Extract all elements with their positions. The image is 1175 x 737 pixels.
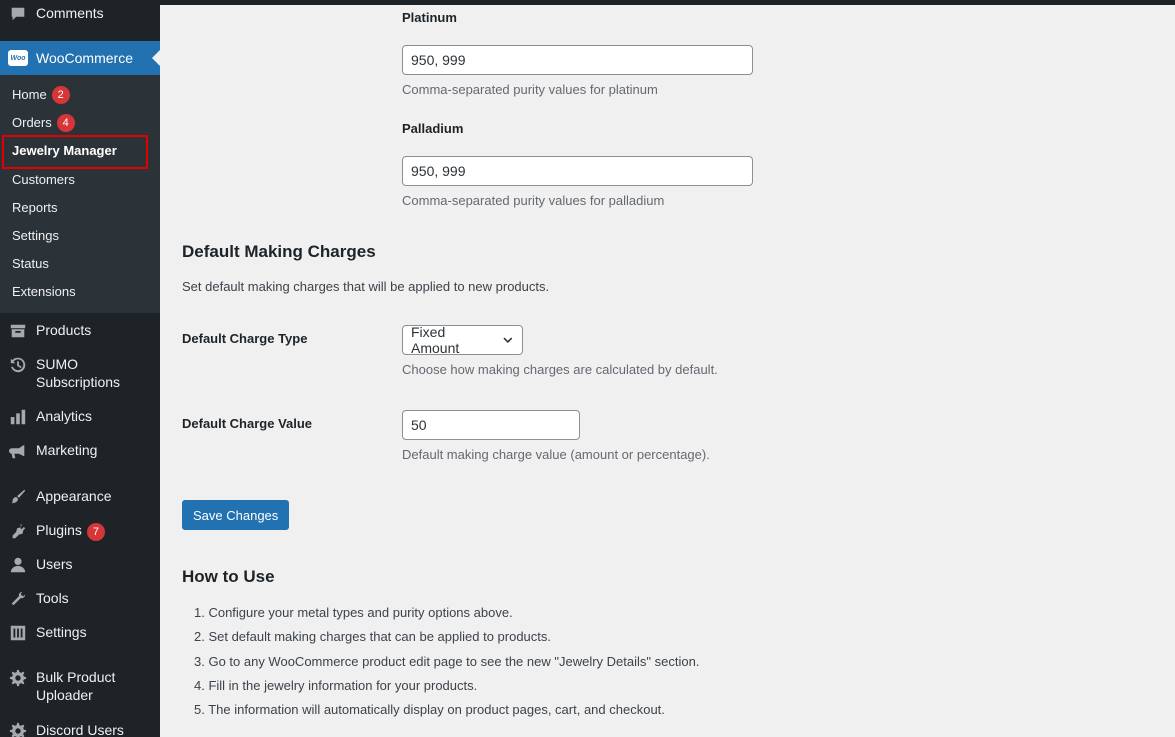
sidebar-item-label: Bulk Product Uploader <box>36 669 116 703</box>
platinum-purity-input[interactable] <box>402 45 753 75</box>
comment-icon <box>0 4 36 23</box>
sidebar-item-appearance[interactable]: Appearance <box>0 487 160 506</box>
bar-chart-icon <box>0 407 36 426</box>
how-to-use-steps: 1. Configure your metal types and purity… <box>194 601 699 722</box>
submenu-label: Settings <box>12 228 59 243</box>
main-content: Platinum Comma-separated purity values f… <box>160 5 1175 737</box>
gear-icon <box>0 668 36 687</box>
sidebar-item-label: Settings <box>36 624 87 640</box>
sidebar-item-discord-users[interactable]: Discord Users <box>0 721 160 737</box>
sliders-icon <box>0 623 36 642</box>
current-menu-arrow <box>152 50 160 66</box>
sidebar-item-marketing[interactable]: Marketing <box>0 441 160 460</box>
submenu-item-home[interactable]: Home 2 <box>12 86 70 104</box>
palladium-purity-input[interactable] <box>402 156 753 186</box>
sidebar-item-bulk-product-uploader[interactable]: Bulk Product Uploader <box>0 668 160 704</box>
chevron-down-icon <box>503 337 513 344</box>
submenu-label: Status <box>12 256 49 271</box>
charge-value-description: Default making charge value (amount or p… <box>402 447 710 462</box>
sidebar-item-label: Marketing <box>36 442 98 458</box>
platinum-label: Platinum <box>402 10 457 25</box>
submenu-label: Reports <box>12 200 58 215</box>
admin-sidebar: Comments Woo WooCommerce Home 2 Orders 4… <box>0 0 160 737</box>
submenu-item-customers[interactable]: Customers <box>12 171 75 189</box>
sidebar-item-users[interactable]: Users <box>0 555 160 574</box>
notification-badge: 4 <box>56 114 75 132</box>
plugin-icon <box>0 521 36 540</box>
submenu-item-reports[interactable]: Reports <box>12 199 58 217</box>
palladium-label: Palladium <box>402 121 464 136</box>
list-item: 1. Configure your metal types and purity… <box>194 605 513 620</box>
submenu-label: Orders <box>12 115 52 130</box>
wrench-icon <box>0 589 36 608</box>
how-to-use-title: How to Use <box>182 567 275 586</box>
gear-icon <box>0 721 36 737</box>
sidebar-item-settings[interactable]: Settings <box>0 623 160 642</box>
list-item: 5. The information will automatically di… <box>194 702 665 718</box>
history-icon <box>0 355 36 374</box>
submenu-item-extensions[interactable]: Extensions <box>12 283 76 301</box>
palladium-description: Comma-separated purity values for pallad… <box>402 193 665 208</box>
charge-type-selected-value: Fixed Amount <box>411 324 460 356</box>
save-changes-button[interactable]: Save Changes <box>182 500 290 530</box>
submenu-item-settings[interactable]: Settings <box>12 227 59 245</box>
platinum-description: Comma-separated purity values for platin… <box>402 82 658 97</box>
sidebar-item-label: SUMO Subscriptions <box>36 356 121 390</box>
sidebar-item-label: Discord Users <box>36 722 124 737</box>
sidebar-item-plugins[interactable]: Plugins 7 <box>0 521 160 541</box>
archive-icon <box>0 321 36 340</box>
charge-type-description: Choose how making charges are calculated… <box>402 362 718 377</box>
sidebar-item-label: Comments <box>36 5 104 21</box>
paintbrush-icon <box>0 487 36 506</box>
notification-badge: 2 <box>51 86 70 104</box>
making-charges-description: Set default making charges that will be … <box>182 279 550 294</box>
sidebar-item-label: Products <box>36 322 92 338</box>
sidebar-item-label: Plugins 7 <box>36 521 160 541</box>
megaphone-icon <box>0 441 36 460</box>
submenu-label: Extensions <box>12 284 76 299</box>
sidebar-item-comments[interactable]: Comments <box>0 4 160 23</box>
woocommerce-logo-icon: Woo <box>8 50 28 66</box>
sidebar-item-sumo-subscriptions[interactable]: SUMO Subscriptions <box>0 355 160 391</box>
notification-badge: 7 <box>86 523 105 541</box>
list-item: 3. Go to any WooCommerce product edit pa… <box>194 653 700 669</box>
sidebar-item-label: Analytics <box>36 408 93 424</box>
charge-value-input[interactable] <box>402 410 580 440</box>
submenu-label: Home <box>12 87 47 102</box>
sidebar-item-analytics[interactable]: Analytics <box>0 407 160 426</box>
charge-type-select[interactable]: Fixed Amount <box>402 324 523 356</box>
sidebar-item-label: WooCommerce <box>36 50 133 66</box>
highlight-annotation-box <box>2 135 148 169</box>
submenu-label: Customers <box>12 172 75 187</box>
submenu-item-orders[interactable]: Orders 4 <box>12 114 75 132</box>
making-charges-title: Default Making Charges <box>182 242 376 261</box>
list-item: 4. Fill in the jewelry information for y… <box>194 677 478 693</box>
sidebar-item-woocommerce[interactable]: Woo WooCommerce <box>0 41 160 75</box>
sidebar-item-label: Users <box>36 556 73 572</box>
sidebar-item-label: Appearance <box>36 488 112 504</box>
sidebar-item-products[interactable]: Products <box>0 321 160 340</box>
list-item: 2. Set default making charges that can b… <box>194 629 552 645</box>
charge-value-label: Default Charge Value <box>182 416 313 431</box>
user-icon <box>0 555 36 574</box>
woocommerce-submenu <box>0 75 160 313</box>
sidebar-item-tools[interactable]: Tools <box>0 589 160 608</box>
sidebar-item-label: Tools <box>36 590 69 606</box>
submenu-item-status[interactable]: Status <box>12 255 49 273</box>
charge-type-label: Default Charge Type <box>182 331 308 346</box>
